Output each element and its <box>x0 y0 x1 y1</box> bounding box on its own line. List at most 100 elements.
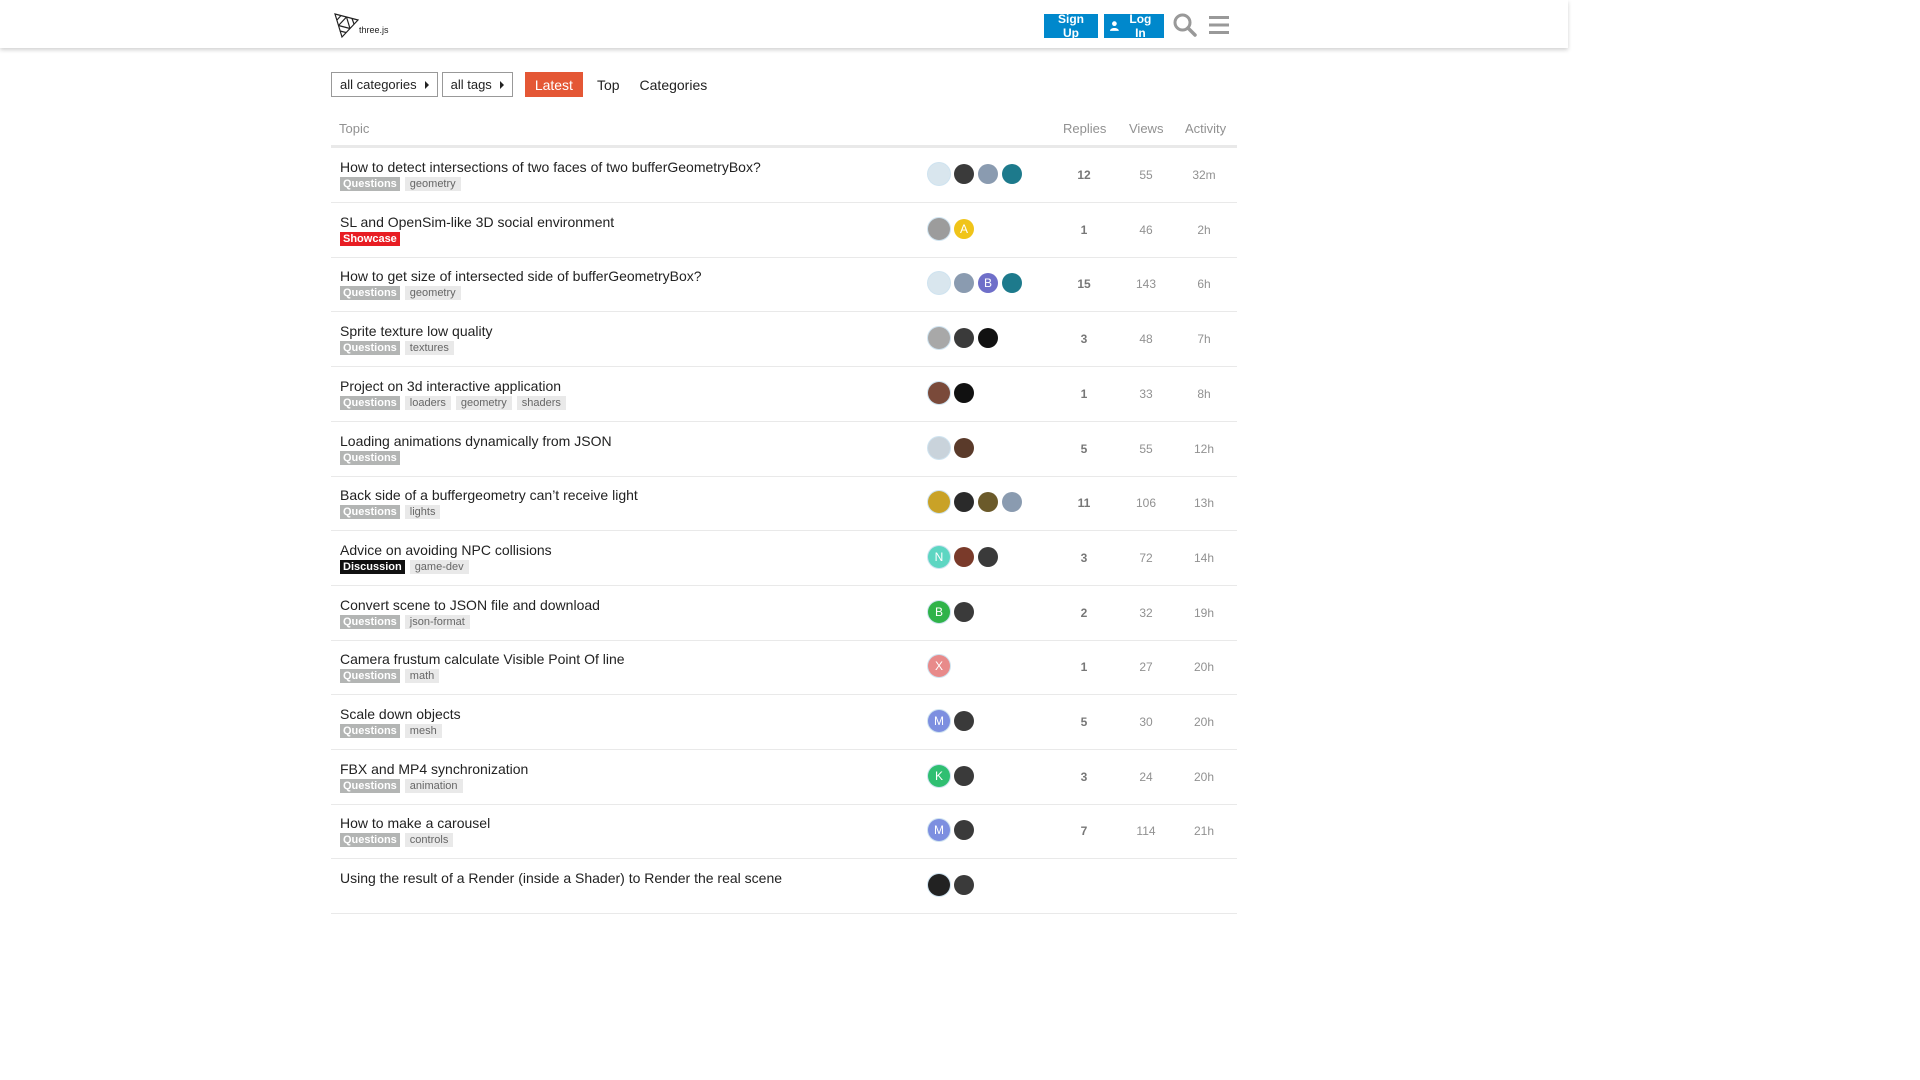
topic-title-link[interactable]: SL and OpenSim-like 3D social environmen… <box>340 214 614 230</box>
avatar[interactable] <box>954 765 974 786</box>
avatar[interactable] <box>978 164 998 184</box>
topic-title-link[interactable]: Loading animations dynamically from JSON <box>340 433 612 449</box>
category-badge[interactable]: Questions <box>340 614 400 629</box>
tab-top[interactable]: Top <box>587 72 630 97</box>
avatar[interactable]: B <box>978 273 998 294</box>
hamburger-menu-icon[interactable] <box>1206 12 1232 38</box>
topic-title-link[interactable]: Advice on avoiding NPC collisions <box>340 542 552 558</box>
avatar[interactable] <box>928 436 950 459</box>
category-badge[interactable]: Questions <box>340 724 400 738</box>
topic-row[interactable]: Advice on avoiding NPC collisions Discuss… <box>331 531 1237 586</box>
activity-time[interactable]: 20h <box>1179 715 1229 729</box>
avatar[interactable] <box>978 328 998 349</box>
avatar[interactable] <box>928 381 950 404</box>
category-badge[interactable]: Questions <box>340 286 400 301</box>
avatar[interactable] <box>1002 492 1022 513</box>
topic-title-link[interactable]: Camera frustum calculate Visible Point O… <box>340 651 625 667</box>
topic-row[interactable]: Sprite texture low quality Questions textu… <box>331 312 1237 368</box>
category-badge[interactable]: Discussion <box>340 559 405 574</box>
tab-categories[interactable]: Categories <box>630 72 718 97</box>
avatar[interactable] <box>928 272 950 295</box>
avatar[interactable] <box>954 546 974 567</box>
category-badge[interactable]: Questions <box>340 450 400 465</box>
tag-badge[interactable]: game-dev <box>409 559 469 574</box>
topic-title-link[interactable]: Convert scene to JSON file and download <box>340 597 600 613</box>
tag-dropdown[interactable]: all tags <box>441 72 513 97</box>
category-badge[interactable]: Questions <box>340 177 400 191</box>
category-dropdown[interactable]: all categories <box>331 72 438 97</box>
avatar[interactable] <box>954 711 974 731</box>
tag-badge[interactable]: geometry <box>404 286 461 301</box>
topic-title-link[interactable]: How to get size of intersected side of b… <box>340 268 702 284</box>
topic-row[interactable]: Project on 3d interactive application Que… <box>331 367 1237 422</box>
topic-title-link[interactable]: How to detect intersections of two faces… <box>340 159 761 175</box>
avatar[interactable]: A <box>954 218 974 239</box>
topic-title-link[interactable]: Back side of a buffergeometry can’t rece… <box>340 487 638 503</box>
tag-badge[interactable]: shaders <box>516 395 566 410</box>
activity-time[interactable]: 8h <box>1179 387 1229 401</box>
activity-time[interactable]: 6h <box>1179 277 1229 291</box>
category-badge[interactable]: Questions <box>340 669 400 684</box>
topic-row[interactable]: Convert scene to JSON file and download Q… <box>331 586 1237 641</box>
topic-title-link[interactable]: Scale down objects <box>340 706 461 722</box>
tag-badge[interactable]: loaders <box>404 395 451 410</box>
avatar[interactable]: X <box>928 655 950 678</box>
avatar[interactable] <box>928 491 950 514</box>
avatar[interactable] <box>954 437 974 458</box>
avatar[interactable] <box>928 874 950 897</box>
avatar[interactable] <box>954 382 974 403</box>
tag-badge[interactable]: lights <box>404 505 441 520</box>
avatar[interactable] <box>954 820 974 841</box>
activity-time[interactable]: 2h <box>1179 223 1229 237</box>
avatar[interactable]: N <box>928 545 950 568</box>
activity-time[interactable]: 14h <box>1179 551 1229 565</box>
topic-title-link[interactable]: FBX and MP4 synchronization <box>340 761 528 777</box>
topic-row[interactable]: How to get size of intersected side of b… <box>331 257 1237 313</box>
avatar[interactable] <box>954 492 974 513</box>
avatar[interactable] <box>954 328 974 349</box>
column-views[interactable]: Views <box>1129 121 1163 136</box>
activity-time[interactable]: 13h <box>1179 496 1229 510</box>
avatar[interactable]: M <box>928 710 950 732</box>
column-replies[interactable]: Replies <box>1063 121 1106 136</box>
avatar[interactable] <box>954 273 974 294</box>
avatar[interactable] <box>1002 273 1022 294</box>
avatar[interactable]: B <box>928 600 950 623</box>
avatar[interactable]: M <box>928 819 950 842</box>
avatar[interactable] <box>954 164 974 184</box>
topic-row[interactable]: SL and OpenSim-like 3D social environmen… <box>331 203 1237 258</box>
tag-badge[interactable]: geometry <box>455 395 512 410</box>
topic-row[interactable]: Back side of a buffergeometry can’t rece… <box>331 476 1237 532</box>
category-badge[interactable]: Questions <box>340 341 400 356</box>
activity-time[interactable]: 7h <box>1179 332 1229 346</box>
topic-row[interactable]: How to make a carousel Questions controls M… <box>331 804 1237 860</box>
tag-badge[interactable]: math <box>404 669 440 684</box>
topic-title-link[interactable]: How to make a carousel <box>340 815 490 831</box>
activity-time[interactable]: 21h <box>1179 824 1229 838</box>
avatar[interactable]: K <box>928 764 950 787</box>
tag-badge[interactable]: animation <box>404 778 463 793</box>
avatar[interactable] <box>954 875 974 896</box>
topic-row[interactable]: Camera frustum calculate Visible Point O… <box>331 640 1237 696</box>
sign-up-button[interactable]: Sign Up <box>1044 12 1098 40</box>
threejs-logo[interactable]: three.js <box>333 10 397 40</box>
topic-row[interactable]: FBX and MP4 synchronization Questions anim… <box>331 750 1237 805</box>
avatar[interactable] <box>928 217 950 240</box>
activity-time[interactable]: 12h <box>1179 442 1229 456</box>
tag-badge[interactable]: json-format <box>404 614 470 629</box>
column-activity[interactable]: Activity <box>1185 121 1226 136</box>
category-badge[interactable]: Questions <box>340 778 400 793</box>
activity-time[interactable]: 19h <box>1179 606 1229 620</box>
topic-row[interactable]: Loading animations dynamically from JSON… <box>331 422 1237 477</box>
avatar[interactable] <box>928 163 950 185</box>
topic-title-link[interactable]: Sprite texture low quality <box>340 323 493 339</box>
activity-time[interactable]: 20h <box>1179 660 1229 674</box>
topic-row[interactable]: Scale down objects Questions mesh M 5 30 20h <box>331 695 1237 750</box>
tag-badge[interactable]: geometry <box>404 177 461 191</box>
avatar[interactable] <box>1002 164 1022 184</box>
tag-badge[interactable]: textures <box>404 341 454 356</box>
tag-badge[interactable]: controls <box>404 833 454 848</box>
category-badge[interactable]: Questions <box>340 505 400 520</box>
avatar[interactable] <box>978 546 998 567</box>
topic-title-link[interactable]: Project on 3d interactive application <box>340 378 561 394</box>
